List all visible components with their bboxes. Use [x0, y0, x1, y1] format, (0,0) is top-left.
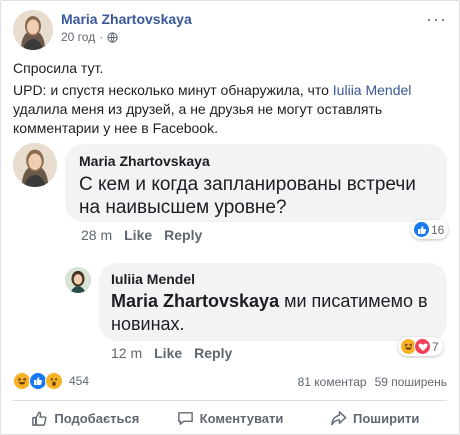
comment-like-button[interactable]: Like	[124, 227, 152, 243]
post-timestamp[interactable]: 20 год	[61, 30, 95, 44]
comment-icon	[177, 411, 193, 425]
comment-author[interactable]: Maria Zhartovskaya	[79, 153, 210, 169]
thumbs-up-icon	[32, 411, 47, 426]
author-avatar[interactable]	[13, 10, 53, 50]
comment-actions: 28 m Like Reply	[81, 227, 202, 243]
reply-reply-button[interactable]: Reply	[194, 345, 232, 361]
share-button-label: Поширити	[352, 410, 420, 426]
reply-mention[interactable]: Maria Zhartovskaya	[111, 291, 279, 311]
reply-reaction-count: 7	[432, 339, 439, 354]
comment-count[interactable]: 81 коментар	[298, 375, 367, 389]
comment-avatar[interactable]	[13, 143, 57, 187]
globe-icon	[107, 31, 118, 43]
share-icon	[331, 410, 347, 425]
post-author-name[interactable]: Maria Zhartovskaya	[61, 11, 192, 27]
post-meta: 20 год ·	[61, 30, 118, 44]
like-button-label: Подобається	[54, 410, 140, 426]
post-text-line1: Спросила тут.	[13, 60, 104, 76]
post-action-bar: Подобається Коментувати Поширити	[13, 402, 447, 434]
more-options-icon[interactable]: ···	[426, 9, 447, 30]
comment-text: С кем и когда запланированы встречи на н…	[79, 174, 416, 218]
mention-link[interactable]: Iuliia Mendel	[333, 82, 412, 98]
comment-reply-button[interactable]: Reply	[164, 227, 202, 243]
comment-reaction-count: 16	[431, 222, 445, 237]
share-button[interactable]: Поширити	[302, 402, 447, 434]
divider	[13, 400, 447, 401]
comment-time[interactable]: 28 m	[81, 227, 112, 243]
comment-button-label: Коментувати	[199, 410, 284, 426]
post-reaction-summary[interactable]: 454	[13, 372, 89, 390]
love-reaction-icon	[414, 338, 431, 355]
like-button[interactable]: Подобається	[13, 402, 158, 434]
engagement-counts: 81 коментар 59 поширень	[298, 375, 447, 389]
wow-reaction-icon	[45, 372, 63, 390]
post-text-body: UPD: и спустя несколько минут обнаружила…	[13, 82, 412, 136]
facebook-post: Maria Zhartovskaya 20 год · ··· Спросила…	[0, 0, 460, 435]
reply-author[interactable]: Iuliia Mendel	[111, 271, 195, 287]
like-reaction-icon	[413, 221, 430, 238]
reply-bubble: Iuliia Mendel Maria Zhartovskaya ми писа…	[99, 263, 447, 341]
reaction-total: 454	[69, 374, 90, 388]
reply-reactions[interactable]: 7	[398, 337, 443, 356]
reply-avatar[interactable]	[65, 267, 91, 293]
comment-bubble: Maria Zhartovskaya С кем и когда заплани…	[65, 144, 447, 222]
reply-like-button[interactable]: Like	[154, 345, 182, 361]
comment-reactions[interactable]: 16	[411, 220, 449, 239]
reply-time[interactable]: 12 m	[111, 345, 142, 361]
reply-text: Maria Zhartovskaya ми писатимемо в новин…	[111, 291, 428, 334]
share-count[interactable]: 59 поширень	[375, 375, 447, 389]
comment-button[interactable]: Коментувати	[158, 402, 303, 434]
reply-actions: 12 m Like Reply	[111, 345, 232, 361]
